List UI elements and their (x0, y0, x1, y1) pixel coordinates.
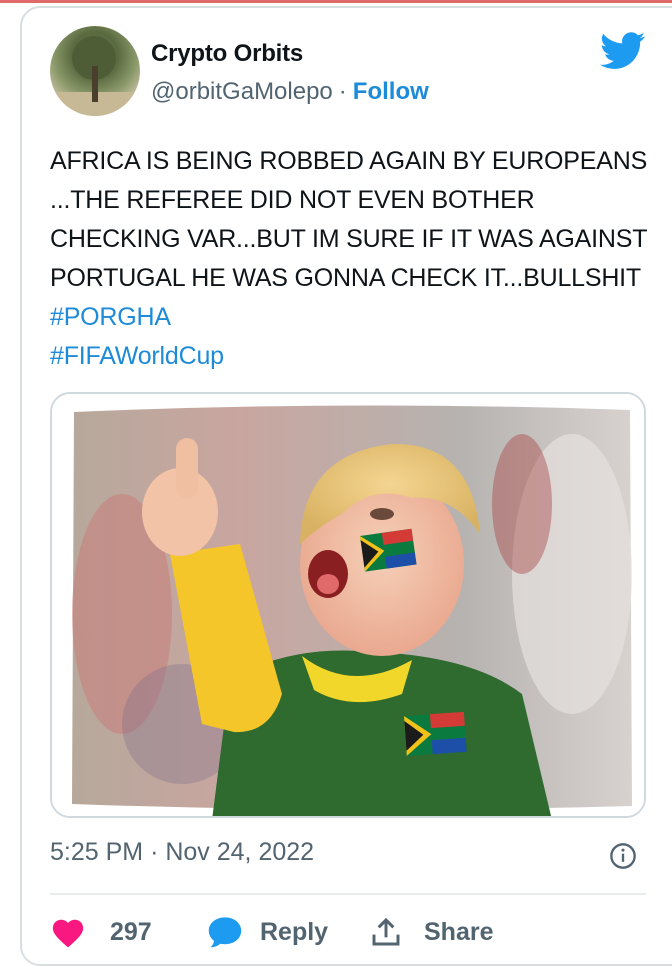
like-count: 297 (110, 917, 152, 946)
timestamp-separator: · (150, 838, 159, 866)
speech-bubble-icon (208, 917, 242, 948)
action-bar: 297 Reply Share (50, 910, 650, 954)
heart-icon (52, 919, 84, 948)
share-button[interactable]: Share (370, 910, 493, 954)
avatar[interactable] (50, 26, 140, 116)
tweet-timestamp[interactable]: 5:25 PM · Nov 24, 2022 (50, 838, 314, 867)
top-border (0, 0, 672, 3)
tweet-time: 5:25 PM (50, 838, 144, 866)
like-button[interactable]: 297 (50, 910, 152, 954)
tweet-body: AFRICA IS BEING ROBBED AGAIN BY EUROPEAN… (50, 147, 648, 292)
reply-button[interactable]: Reply (206, 910, 328, 954)
info-icon[interactable] (609, 842, 637, 870)
tweet-text: AFRICA IS BEING ROBBED AGAIN BY EUROPEAN… (50, 142, 650, 376)
share-label: Share (424, 917, 494, 946)
author-handle-row: @orbitGaMolepo · Follow (151, 78, 429, 106)
separator-dot: · (338, 78, 347, 105)
divider (50, 893, 646, 895)
child-fan-photo (52, 394, 644, 816)
author-handle[interactable]: @orbitGaMolepo (151, 78, 333, 105)
tweet-media[interactable] (50, 392, 646, 818)
reply-label: Reply (260, 917, 329, 946)
follow-link[interactable]: Follow (353, 78, 429, 105)
hashtag-fifaworldcup[interactable]: #FIFAWorldCup (50, 342, 224, 370)
tweet-date: Nov 24, 2022 (165, 838, 315, 866)
hashtag-porgha[interactable]: #PORGHA (50, 303, 171, 331)
share-upload-icon (372, 917, 400, 946)
twitter-bird-icon[interactable] (600, 32, 646, 70)
author-display-name[interactable]: Crypto Orbits (151, 40, 303, 68)
